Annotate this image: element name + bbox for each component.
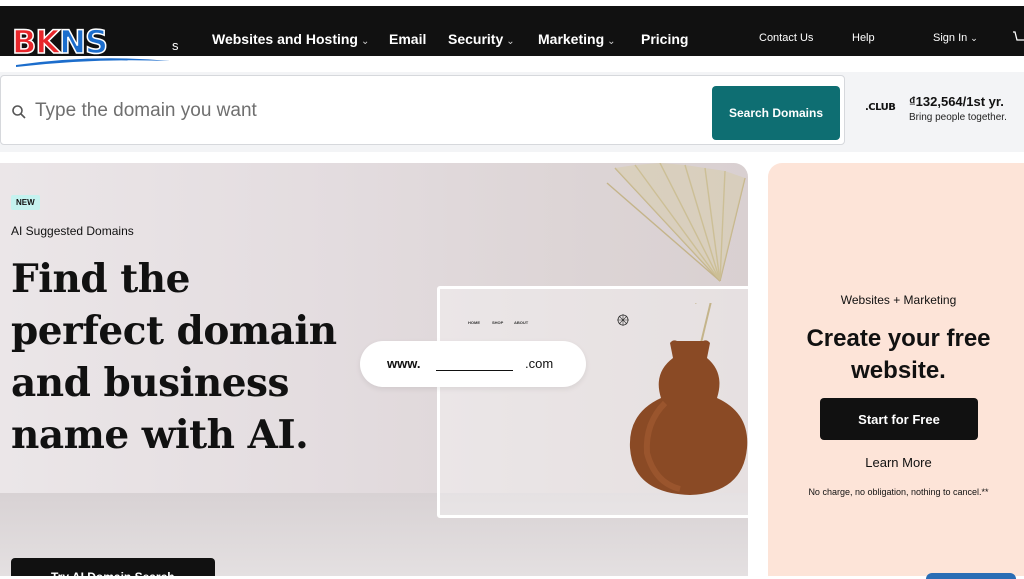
nav-contact-us[interactable]: Contact Us (759, 31, 813, 45)
learn-more-link[interactable]: Learn More (768, 455, 1024, 470)
side-card-fine-print: No charge, no obligation, nothing to can… (808, 487, 989, 497)
brand-logo[interactable]: BKNS s (0, 20, 180, 67)
domain-search-section: Search Domains .CLUB ₫132,564/1st yr. Br… (0, 72, 1024, 152)
vase-illustration (629, 303, 748, 495)
nav-security[interactable]: Security ⌄ (448, 30, 515, 48)
start-for-free-button[interactable]: Start for Free (820, 398, 978, 440)
nav-marketing[interactable]: Marketing ⌄ (538, 30, 616, 48)
hero-banner: HOME SHOP ABOUT www. .com NEW AI Suggest… (0, 163, 748, 576)
url-blank-line (436, 370, 513, 371)
hero-eyebrow: AI Suggested Domains (11, 224, 134, 238)
nav-help[interactable]: Help (852, 31, 875, 45)
club-tld-logo: .CLUB (865, 102, 896, 113)
hero-cta-button[interactable]: Try AI Domain Search (11, 558, 215, 576)
nav-websites-hosting[interactable]: Websites and Hosting ⌄ (212, 30, 369, 48)
domain-search-box: Search Domains (0, 75, 845, 145)
chat-widget-edge[interactable] (926, 573, 1016, 579)
url-prefix: www. (387, 356, 421, 371)
domain-search-input[interactable] (35, 98, 695, 124)
new-badge: NEW (11, 195, 40, 210)
side-card-title: Create your free website. (806, 325, 991, 384)
domain-url-pill: www. .com (360, 341, 586, 387)
search-domains-button[interactable]: Search Domains (712, 86, 840, 140)
mockup-nav-about: ABOUT (514, 320, 529, 325)
mockup-nav-home: HOME (468, 320, 480, 325)
logo-swoosh-icon (16, 58, 170, 67)
nav-sign-in[interactable]: Sign In ⌄ (933, 31, 978, 45)
website-builder-card: Websites + Marketing Create your free we… (768, 163, 1024, 579)
club-promo-tagline: Bring people together. (909, 112, 1007, 123)
url-suffix: .com (525, 356, 554, 371)
search-icon (12, 105, 26, 119)
hero-title: Find the perfect domain and business nam… (11, 256, 337, 458)
nav-email[interactable]: Email (389, 30, 426, 48)
palm-leaf-illustration (606, 163, 746, 282)
side-card-eyebrow: Websites + Marketing (840, 293, 957, 307)
logo-tail-text: s (172, 38, 179, 53)
mockup-nav-shop: SHOP (492, 320, 504, 325)
chevron-down-icon: ⌄ (360, 36, 370, 47)
chevron-down-icon: ⌄ (607, 36, 616, 47)
cart-icon[interactable] (1012, 30, 1024, 44)
chevron-down-icon: ⌄ (970, 33, 978, 43)
top-nav-bar: BKNS s Websites and Hosting ⌄ Email Secur… (0, 6, 1024, 67)
nav-pricing[interactable]: Pricing (641, 30, 688, 48)
chevron-down-icon: ⌄ (506, 36, 515, 47)
club-promo-price[interactable]: ₫132,564/1st yr. (909, 94, 1004, 109)
